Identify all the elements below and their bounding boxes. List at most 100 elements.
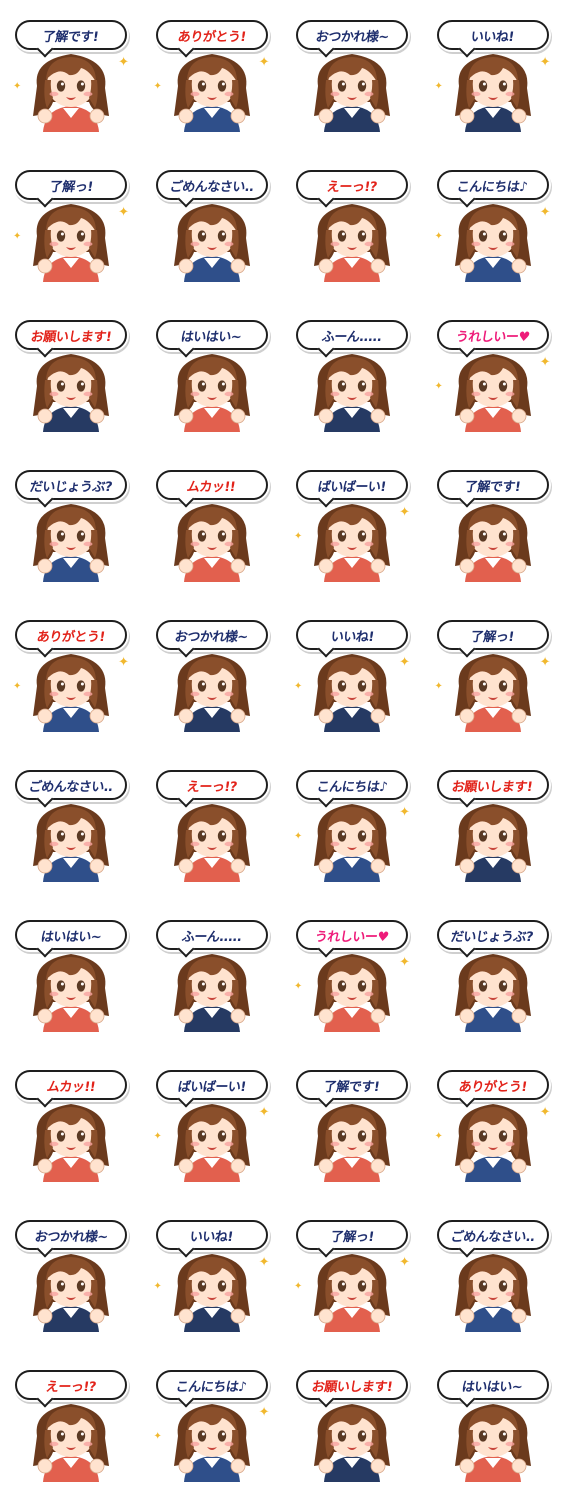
sticker-cell[interactable]: はいはい~ xyxy=(0,900,141,1050)
sticker[interactable]: えーっ!? xyxy=(296,170,408,282)
sticker-cell[interactable]: 了解です! xyxy=(422,450,562,600)
speech-bubble: ふーん..... xyxy=(155,920,268,950)
sticker-cell[interactable]: ありがとう! ✦ ✦ xyxy=(141,0,282,150)
sticker-cell[interactable]: おつかれ様~ xyxy=(281,0,422,150)
star-icon: ✦ xyxy=(153,1281,162,1292)
sticker[interactable]: ありがとう! ✦ ✦ xyxy=(435,1070,551,1182)
sticker[interactable]: こんにちは♪ ✦ ✦ xyxy=(154,1370,270,1482)
sticker[interactable]: おつかれ様~ xyxy=(155,620,268,732)
sticker[interactable]: ごめんなさい.. xyxy=(15,770,127,882)
sticker[interactable]: おつかれ様~ xyxy=(296,20,408,132)
sticker[interactable]: だいじょうぶ? xyxy=(436,920,549,1032)
sticker[interactable]: ムカッ!! xyxy=(15,1070,127,1182)
star-icon: ✦ xyxy=(294,681,303,692)
sticker-cell[interactable]: ありがとう! ✦ ✦ xyxy=(422,1050,562,1200)
sticker-caption: 了解です! xyxy=(322,1079,381,1095)
sticker[interactable]: はいはい~ xyxy=(15,920,127,1032)
sticker[interactable]: ふーん..... xyxy=(296,320,408,432)
sticker-cell[interactable]: ありがとう! ✦ ✦ xyxy=(0,600,141,750)
sticker-cell[interactable]: ばいばーい! ✦ ✦ xyxy=(281,450,422,600)
sticker-cell[interactable]: 了解です! ✦ ✦ xyxy=(0,0,141,150)
sticker[interactable]: お願いします! xyxy=(15,320,127,432)
sticker-cell[interactable]: 了解っ! ✦ ✦ xyxy=(0,150,141,300)
sticker-caption: ありがとう! xyxy=(457,1079,528,1095)
sticker[interactable]: 了解です! xyxy=(296,1070,408,1182)
sticker-caption: だいじょうぶ? xyxy=(28,479,113,495)
sticker-cell[interactable]: おつかれ様~ xyxy=(0,1200,141,1350)
sticker[interactable]: こんにちは♪ ✦ ✦ xyxy=(294,770,410,882)
sticker[interactable]: ムカッ!! xyxy=(155,470,268,582)
sticker-cell[interactable]: お願いします! xyxy=(0,300,141,450)
sticker[interactable]: お願いします! xyxy=(436,770,549,882)
sticker-cell[interactable]: お願いします! xyxy=(281,1350,422,1500)
sticker-cell[interactable]: ごめんなさい.. xyxy=(141,150,282,300)
speech-bubble: お願いします! xyxy=(436,770,549,800)
sticker-cell[interactable]: だいじょうぶ? xyxy=(422,900,562,1050)
sticker[interactable]: ばいばーい! ✦ ✦ xyxy=(154,1070,270,1182)
sticker-cell[interactable]: こんにちは♪ ✦ ✦ xyxy=(422,150,562,300)
girl-character-image xyxy=(304,1392,400,1482)
sticker-cell[interactable]: ばいばーい! ✦ ✦ xyxy=(141,1050,282,1200)
sticker[interactable]: ばいばーい! ✦ ✦ xyxy=(294,470,410,582)
sticker[interactable]: いいね! ✦ ✦ xyxy=(154,1220,270,1332)
star-icon: ✦ xyxy=(539,205,551,220)
sticker[interactable]: ごめんなさい.. xyxy=(436,1220,549,1332)
sticker[interactable]: いいね! ✦ ✦ xyxy=(294,620,410,732)
speech-bubble: だいじょうぶ? xyxy=(15,470,127,500)
sticker[interactable]: うれしいー♥ ✦ ✦ xyxy=(294,920,410,1032)
girl-character-image xyxy=(164,492,260,582)
sticker[interactable]: ごめんなさい.. xyxy=(155,170,268,282)
sticker-cell[interactable]: こんにちは♪ ✦ ✦ xyxy=(281,750,422,900)
sticker-caption: こんにちは♪ xyxy=(456,179,529,195)
sticker[interactable]: ありがとう! ✦ ✦ xyxy=(13,620,129,732)
sticker-cell[interactable]: ふーん..... xyxy=(281,300,422,450)
sticker-cell[interactable]: ごめんなさい.. xyxy=(422,1200,562,1350)
sticker[interactable]: えーっ!? xyxy=(15,1370,127,1482)
sticker-cell[interactable]: ムカッ!! xyxy=(141,450,282,600)
sticker[interactable]: ありがとう! ✦ ✦ xyxy=(154,20,270,132)
sticker[interactable]: 了解です! ✦ ✦ xyxy=(13,20,129,132)
sticker-cell[interactable]: ごめんなさい.. xyxy=(0,750,141,900)
star-icon: ✦ xyxy=(118,655,129,670)
sticker[interactable]: 了解っ! ✦ ✦ xyxy=(294,1220,410,1332)
sticker-cell[interactable]: えーっ!? xyxy=(141,750,282,900)
sticker-cell[interactable]: うれしいー♥ ✦ ✦ xyxy=(422,300,562,450)
sticker[interactable]: おつかれ様~ xyxy=(15,1220,127,1332)
sticker[interactable]: ふーん..... xyxy=(155,920,268,1032)
sticker-cell[interactable]: 了解っ! ✦ ✦ xyxy=(281,1200,422,1350)
sticker[interactable]: えーっ!? xyxy=(155,770,268,882)
sticker[interactable]: はいはい~ xyxy=(436,1370,549,1482)
sticker-cell[interactable]: だいじょうぶ? xyxy=(0,450,141,600)
sticker[interactable]: だいじょうぶ? xyxy=(15,470,127,582)
sticker-cell[interactable]: お願いします! xyxy=(422,750,562,900)
star-icon: ✦ xyxy=(13,231,22,242)
sticker-caption: 了解です! xyxy=(41,29,100,45)
sticker-cell[interactable]: はいはい~ xyxy=(141,300,282,450)
sticker[interactable]: 了解です! xyxy=(436,470,549,582)
sticker[interactable]: いいね! ✦ ✦ xyxy=(435,20,551,132)
sticker-cell[interactable]: 了解っ! ✦ ✦ xyxy=(422,600,562,750)
sticker[interactable]: はいはい~ xyxy=(155,320,268,432)
sticker[interactable]: 了解っ! ✦ ✦ xyxy=(435,620,551,732)
star-icon: ✦ xyxy=(539,55,551,70)
sticker-cell[interactable]: えーっ!? xyxy=(0,1350,141,1500)
sticker[interactable]: こんにちは♪ ✦ ✦ xyxy=(435,170,551,282)
sticker[interactable]: うれしいー♥ ✦ ✦ xyxy=(435,320,551,432)
sticker-cell[interactable]: こんにちは♪ ✦ ✦ xyxy=(141,1350,282,1500)
sticker-cell[interactable]: ムカッ!! xyxy=(0,1050,141,1200)
sticker-caption: ありがとう! xyxy=(176,29,247,45)
sticker-cell[interactable]: はいはい~ xyxy=(422,1350,562,1500)
sticker-cell[interactable]: うれしいー♥ ✦ ✦ xyxy=(281,900,422,1050)
sticker-cell[interactable]: おつかれ様~ xyxy=(141,600,282,750)
sticker-cell[interactable]: ふーん..... xyxy=(141,900,282,1050)
girl-character-image xyxy=(164,1092,260,1182)
sticker-cell[interactable]: えーっ!? xyxy=(281,150,422,300)
sticker[interactable]: お願いします! xyxy=(296,1370,408,1482)
sticker[interactable]: 了解っ! ✦ ✦ xyxy=(13,170,129,282)
sticker-cell[interactable]: いいね! ✦ ✦ xyxy=(141,1200,282,1350)
speech-bubble: はいはい~ xyxy=(155,320,268,350)
sticker-cell[interactable]: いいね! ✦ ✦ xyxy=(281,600,422,750)
sticker-cell[interactable]: いいね! ✦ ✦ xyxy=(422,0,562,150)
girl-character-image xyxy=(23,792,119,882)
sticker-cell[interactable]: 了解です! xyxy=(281,1050,422,1200)
